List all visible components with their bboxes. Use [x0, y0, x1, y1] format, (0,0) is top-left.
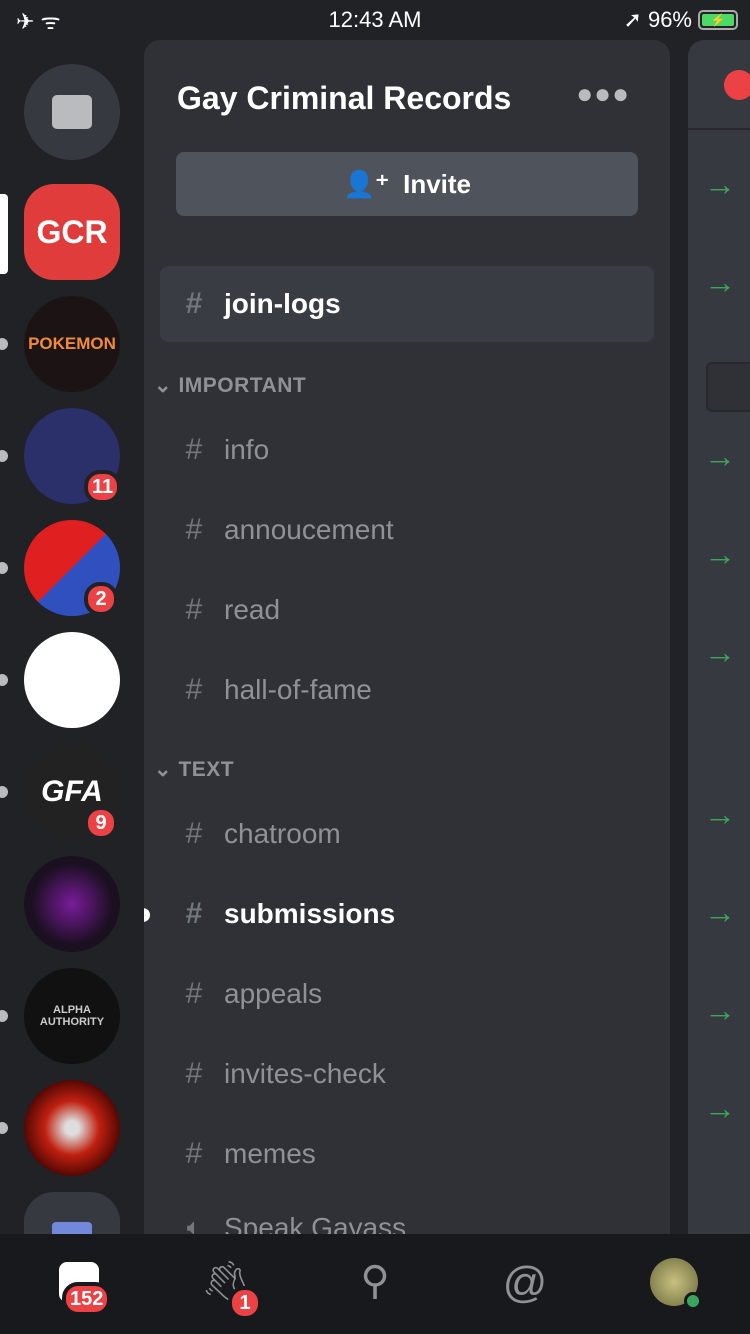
voice-channel[interactable]: 🔈︎ Speak Gayass	[160, 1190, 654, 1234]
battery-icon: ⚡	[698, 10, 738, 30]
channel-name: info	[224, 434, 270, 465]
channel-submissions[interactable]: # submissions	[160, 876, 654, 952]
channel-info[interactable]: # info	[160, 412, 654, 488]
channel-annoucement[interactable]: # annoucement	[160, 492, 654, 568]
channel-panel: Gay Criminal Records ●●● 👤⁺ Invite # join-…	[144, 40, 670, 1234]
add-user-icon: 👤⁺	[342, 168, 390, 199]
hash-icon: #	[185, 287, 203, 320]
online-status-icon	[684, 1292, 702, 1310]
invite-label: Invite	[403, 168, 472, 199]
invite-button[interactable]: 👤⁺ Invite	[176, 152, 638, 216]
server-gcr[interactable]: GCR	[24, 184, 120, 280]
mention-badge: 11	[84, 470, 122, 504]
server-list: GCR POKEMON 11 2 GFA 9 ALPHA AUTHORITY	[0, 40, 144, 1288]
channel-name: Speak Gayass	[224, 1212, 407, 1234]
tab-search[interactable]: ⚲	[350, 1258, 400, 1308]
server-5[interactable]	[24, 632, 120, 728]
search-icon: ⚲	[360, 1259, 390, 1303]
hash-icon: #	[185, 1057, 203, 1090]
hash-icon: #	[185, 897, 203, 930]
join-arrow-icon: →	[704, 894, 736, 930]
unread-pill	[0, 562, 8, 574]
join-arrow-icon: →	[704, 992, 736, 1028]
channel-invites-check[interactable]: # invites-check	[160, 1036, 654, 1112]
join-arrow-icon: →	[704, 634, 736, 670]
channel-memes[interactable]: # memes	[160, 1116, 654, 1192]
channel-name: annoucement	[224, 514, 394, 545]
join-arrow-icon: →	[704, 1090, 736, 1126]
server-9[interactable]	[24, 1080, 120, 1176]
server-label: POKEMON	[28, 334, 116, 353]
channel-read[interactable]: # read	[160, 572, 654, 648]
join-arrow-icon: →	[704, 536, 736, 572]
unread-indicator	[144, 908, 150, 922]
battery-percent: 96%	[647, 7, 692, 32]
join-arrow-icon: →	[704, 264, 736, 300]
channel-appeals[interactable]: # appeals	[160, 956, 654, 1032]
join-arrow-icon: →	[704, 438, 736, 474]
selected-indicator	[0, 194, 8, 274]
hash-icon: #	[185, 593, 203, 626]
unread-pill	[0, 338, 8, 350]
hash-icon: #	[185, 817, 203, 850]
more-options-icon[interactable]: ●●●	[576, 78, 630, 110]
hash-icon: #	[185, 513, 203, 546]
unread-pill	[0, 1122, 8, 1134]
home-badge: 152	[62, 1282, 112, 1316]
speaker-icon: 🔈︎	[186, 1214, 202, 1234]
bottom-tab-bar: 152 👋︎ 1 ⚲ @	[0, 1234, 750, 1334]
channel-hall-of-fame[interactable]: # hall-of-fame	[160, 652, 654, 728]
tab-profile[interactable]	[650, 1258, 702, 1310]
category-important[interactable]: ⌄ IMPORTANT	[154, 373, 306, 398]
channel-name: join-logs	[224, 288, 341, 319]
mention-badge: 9	[84, 806, 118, 840]
direct-messages-button[interactable]	[24, 64, 120, 160]
hash-icon: #	[185, 433, 203, 466]
status-bar: ✈ ︎ᯤ 12:43 AM ➚ 96% ⚡	[0, 0, 750, 40]
server-7[interactable]	[24, 856, 120, 952]
tab-mentions[interactable]: @	[500, 1258, 550, 1308]
server-label: ALPHA AUTHORITY	[39, 1004, 105, 1028]
channel-name: read	[224, 594, 281, 625]
hash-icon: #	[185, 977, 203, 1010]
unread-pill	[0, 674, 8, 686]
location-icon: ➚	[623, 7, 642, 32]
unread-pill	[0, 786, 8, 798]
chat-preview-panel[interactable]: → → → → → → → → →	[688, 40, 750, 1234]
channel-name: memes	[224, 1138, 316, 1169]
channel-name: hall-of-fame	[224, 674, 372, 705]
chat-bubble-icon	[52, 95, 92, 129]
unread-pill	[0, 450, 8, 462]
hash-icon: #	[185, 1137, 203, 1170]
channel-name: invites-check	[224, 1058, 386, 1089]
category-name: TEXT	[178, 758, 235, 781]
channel-join-logs[interactable]: # join-logs	[160, 266, 654, 342]
join-arrow-icon: →	[704, 166, 736, 202]
mention-badge: 2	[84, 582, 118, 616]
notification-badge	[724, 70, 750, 100]
server-label: GFA	[41, 775, 103, 808]
channel-name: appeals	[224, 978, 323, 1009]
friends-badge: 1	[228, 1286, 262, 1320]
channel-chatroom[interactable]: # chatroom	[160, 796, 654, 872]
server-title[interactable]: Gay Criminal Records	[177, 80, 511, 117]
channel-name: submissions	[224, 898, 396, 929]
unread-pill	[0, 1010, 8, 1022]
category-text[interactable]: ⌄ TEXT	[154, 757, 234, 782]
server-alpha-authority[interactable]: ALPHA AUTHORITY	[24, 968, 120, 1064]
hash-icon: #	[185, 673, 203, 706]
server-pokemon[interactable]: POKEMON	[24, 296, 120, 392]
channel-name: chatroom	[224, 818, 341, 849]
category-name: IMPORTANT	[178, 374, 307, 397]
server-label: GCR	[36, 213, 108, 250]
at-sign-icon: @	[502, 1258, 548, 1307]
join-arrow-icon: →	[704, 796, 736, 832]
